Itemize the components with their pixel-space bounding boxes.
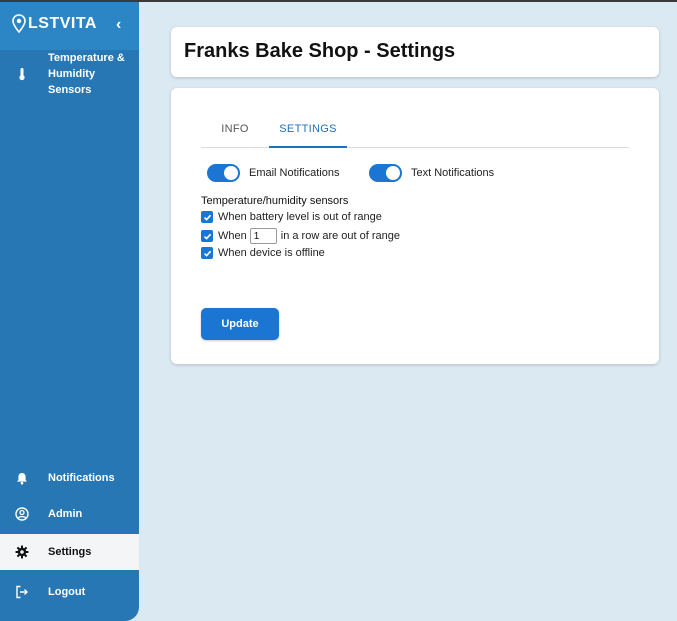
- sidebar: LSTVITA ‹ Temperature & Humidity Sensors…: [0, 2, 139, 621]
- consecutive-count-input[interactable]: [249, 228, 277, 244]
- email-notifications-label: Email Notifications: [249, 167, 340, 179]
- switch-knob: [386, 166, 400, 180]
- settings-card: INFO SETTINGS Email Notifications Text N…: [171, 88, 659, 364]
- consecutive-readings-prefix: When: [218, 230, 247, 242]
- sidebar-item-label: Temperature & Humidity Sensors: [48, 52, 125, 96]
- update-button[interactable]: Update: [201, 308, 279, 340]
- sidebar-item-label: Notifications: [48, 472, 115, 484]
- battery-alert-row: When battery level is out of range: [201, 211, 382, 223]
- title-card: Franks Bake Shop - Settings: [171, 27, 659, 77]
- sidebar-item-logout[interactable]: Logout: [0, 582, 139, 602]
- checkmark-icon: [203, 214, 211, 221]
- battery-alert-label: When battery level is out of range: [218, 211, 382, 223]
- sidebar-item-sensors[interactable]: Temperature & Humidity Sensors: [0, 52, 139, 96]
- checkmark-icon: [203, 250, 211, 257]
- sidebar-item-settings[interactable]: Settings: [0, 534, 139, 570]
- sidebar-item-label: Admin: [48, 508, 83, 520]
- sidebar-item-label: Logout: [48, 586, 86, 598]
- checkmark-icon: [203, 233, 211, 240]
- gear-icon: [14, 544, 30, 560]
- brand-name: LSTVITA: [28, 15, 97, 32]
- offline-alert-checkbox[interactable]: [201, 247, 213, 259]
- sidebar-item-admin[interactable]: Admin: [0, 504, 139, 524]
- thermometer-icon: [14, 66, 30, 82]
- text-notifications-switch[interactable]: [369, 164, 402, 182]
- bell-icon: [14, 470, 30, 486]
- text-notifications-toggle[interactable]: Text Notifications: [369, 164, 494, 182]
- email-notifications-switch[interactable]: [207, 164, 240, 182]
- sidebar-header: LSTVITA ‹: [0, 2, 139, 50]
- battery-alert-checkbox[interactable]: [201, 211, 213, 223]
- sensors-heading: Temperature/humidity sensors: [201, 195, 349, 207]
- offline-alert-row: When device is offline: [201, 247, 325, 259]
- collapse-sidebar-button[interactable]: ‹: [116, 16, 121, 34]
- tab-bar: INFO SETTINGS: [201, 114, 629, 148]
- user-circle-icon: [14, 506, 30, 522]
- text-notifications-label: Text Notifications: [411, 167, 495, 179]
- page-title: Franks Bake Shop - Settings: [184, 40, 456, 62]
- sidebar-item-label: Settings: [48, 546, 92, 558]
- offline-alert-label: When device is offline: [218, 247, 325, 259]
- logout-icon: [14, 584, 30, 600]
- sidebar-item-notifications[interactable]: Notifications: [0, 468, 139, 488]
- switch-knob: [224, 166, 238, 180]
- location-pin-icon: [12, 14, 26, 34]
- consecutive-readings-checkbox[interactable]: [201, 230, 213, 242]
- tab-info[interactable]: INFO: [201, 114, 269, 148]
- consecutive-readings-row: When in a row are out of range: [201, 228, 400, 244]
- consecutive-readings-suffix: in a row are out of range: [280, 230, 400, 242]
- tab-settings[interactable]: SETTINGS: [269, 114, 347, 148]
- brand-logo: LSTVITA: [12, 14, 97, 34]
- email-notifications-toggle[interactable]: Email Notifications: [207, 164, 339, 182]
